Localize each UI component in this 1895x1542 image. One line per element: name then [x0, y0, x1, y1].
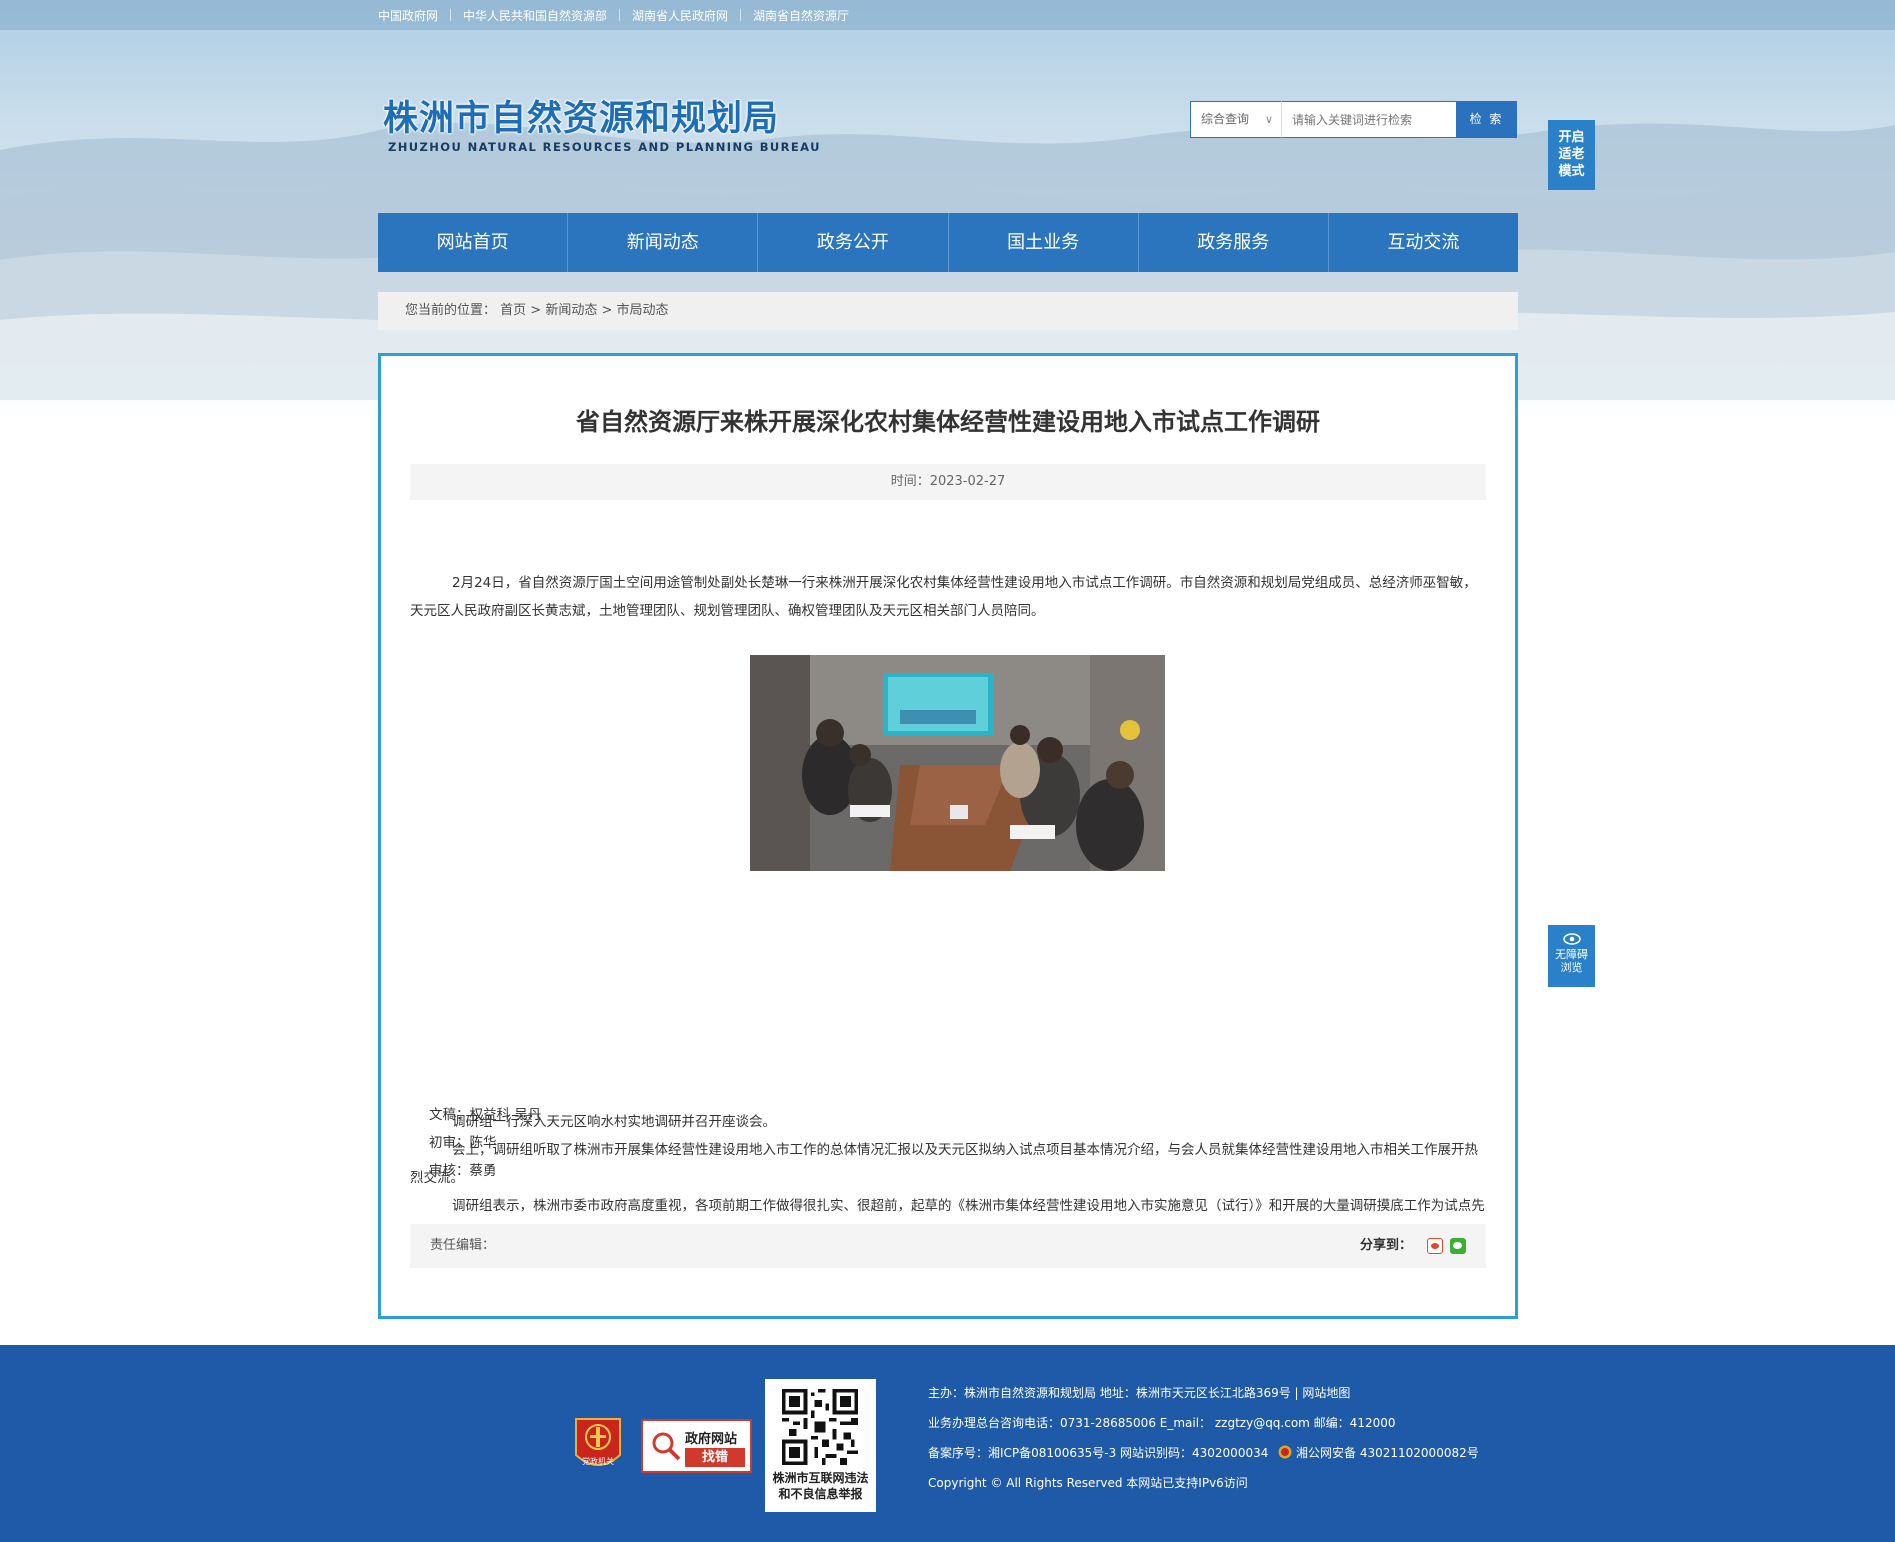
breadcrumb-news[interactable]: 新闻动态 [545, 303, 597, 318]
divider [740, 9, 742, 21]
weibo-share-icon[interactable] [1427, 1238, 1443, 1254]
elder-mode-button[interactable]: 开启 适老 模式 [1548, 120, 1595, 190]
elder-mode-label-3: 模式 [1558, 164, 1585, 179]
top-link-hunan-gov[interactable]: 湖南省人民政府网 [632, 9, 728, 23]
eye-icon [1562, 933, 1581, 945]
article-date: 时间：2023-02-27 [410, 464, 1486, 500]
gov-badge-line2: 找错 [685, 1448, 745, 1467]
article-title: 省自然资源厅来株开展深化农村集体经营性建设用地入市试点工作调研 [576, 408, 1320, 436]
nav-item-gov-services[interactable]: 政务服务 [1139, 213, 1329, 272]
share-group: 分享到： [1360, 1224, 1466, 1268]
wechat-share-icon[interactable] [1450, 1238, 1466, 1254]
breadcrumb-city-news[interactable]: 市局动态 [617, 303, 669, 318]
gov-badge-line1: 政府网站 [685, 1432, 738, 1447]
credit-first-review: 初审：陈华 [429, 1135, 497, 1151]
qr-caption: 株洲市互联网违法 和不良信息举报 [765, 1470, 876, 1502]
responsible-editor: 责任编辑： [430, 1238, 496, 1253]
breadcrumb-separator: > [526, 303, 546, 318]
accessibility-label-2: 浏览 [1560, 961, 1583, 974]
nav-item-land-business[interactable]: 国土业务 [949, 213, 1139, 272]
search-button[interactable]: 检 索 [1456, 101, 1517, 138]
divider [619, 9, 621, 21]
search-input[interactable] [1281, 101, 1457, 138]
footer-icp[interactable]: 备案序号：湘ICP备08100635号-3 网站识别码：4302000034 [928, 1446, 1268, 1460]
chevron-down-icon: ∨ [1264, 113, 1273, 126]
party-gov-emblem-icon: 党政机关 [575, 1418, 621, 1466]
article-container: 省自然资源厅来株开展深化农村集体经营性建设用地入市试点工作调研 时间：2023-… [378, 353, 1518, 1319]
magnifier-icon [652, 1432, 681, 1461]
top-link-hunan-nr[interactable]: 湖南省自然资源厅 [753, 9, 849, 23]
breadcrumb-separator: > [597, 303, 617, 318]
main-nav: 网站首页 新闻动态 政务公开 国土业务 政务服务 互动交流 [378, 213, 1518, 272]
party-gov-badge-label: 党政机关 [582, 1456, 614, 1466]
accessibility-label-1: 无障碍 [1555, 948, 1588, 961]
site-logo-chinese[interactable]: 株洲市自然资源和规划局 [383, 90, 779, 141]
qr-caption-line1: 株洲市互联网违法 [772, 1471, 869, 1485]
search-bar: 综合查询 ∨ 检 索 [1190, 101, 1517, 138]
breadcrumb: 您当前的位置： 首页 > 新闻动态 > 市局动态 [378, 292, 1518, 330]
search-scope-value: 综合查询 [1201, 112, 1250, 126]
article-footer-bar: 责任编辑： 分享到： [410, 1224, 1486, 1268]
meeting-photo-illustration [750, 655, 1165, 871]
nav-item-gov-affairs[interactable]: 政务公开 [758, 213, 949, 272]
footer-copyright: Copyright © All Rights Reserved 本网站已支持IP… [928, 1476, 1248, 1490]
breadcrumb-home[interactable]: 首页 [500, 303, 526, 318]
report-qr-box[interactable]: 株洲市互联网违法 和不良信息举报 [765, 1379, 876, 1512]
top-link-bar: 中国政府网 中华人民共和国自然资源部 湖南省人民政府网 湖南省自然资源厅 [0, 0, 1895, 30]
breadcrumb-prefix: 您当前的位置： [405, 303, 497, 318]
qr-caption-line2: 和不良信息举报 [778, 1487, 863, 1501]
footer-host-address: 主办：株洲市自然资源和规划局 地址：株洲市天元区长江北路369号 | 网站地图 [928, 1386, 1351, 1400]
footer-contact: 业务办理总台咨询电话：0731-28685006 E_mail： zzgtzy@… [928, 1416, 1396, 1430]
nav-item-news[interactable]: 新闻动态 [568, 213, 759, 272]
article-photo [750, 655, 1165, 871]
qr-code-icon [782, 1389, 858, 1465]
site-logo-english: ZHUZHOU NATURAL RESOURCES AND PLANNING B… [388, 140, 821, 154]
police-badge-icon [1278, 1445, 1292, 1459]
article-paragraph: 调研组一行深入天元区响水村实地调研并召开座谈会。 [452, 1114, 776, 1130]
credit-final-review: 审核：蔡勇 [429, 1163, 497, 1179]
top-link-gov-cn[interactable]: 中国政府网 [378, 9, 438, 23]
share-label: 分享到： [1359, 1238, 1412, 1253]
accessibility-button[interactable]: 无障碍 浏览 [1548, 925, 1595, 987]
nav-item-interaction[interactable]: 互动交流 [1329, 213, 1518, 272]
elder-mode-label-2: 适老 [1558, 147, 1585, 162]
top-link-mnr[interactable]: 中华人民共和国自然资源部 [463, 9, 607, 23]
elder-mode-label-1: 开启 [1558, 130, 1585, 145]
article-paragraph: 2月24日，省自然资源厅国土空间用途管制处副处长楚琳一行来株洲开展深化农村集体经… [410, 575, 1477, 619]
divider [450, 9, 452, 21]
search-scope-select[interactable]: 综合查询 ∨ [1190, 101, 1282, 138]
nav-item-home[interactable]: 网站首页 [378, 213, 569, 272]
footer-registration: 备案序号：湘ICP备08100635号-3 网站识别码：4302000034 湘… [928, 1444, 1479, 1461]
footer-public-security[interactable]: 湘公网安备 43021102000082号 [1296, 1446, 1479, 1460]
party-gov-badge[interactable]: 党政机关 [572, 1415, 624, 1475]
credit-writer: 文稿：权益科 吴丹 [429, 1107, 542, 1123]
gov-site-report-badge[interactable]: 政府网站 找错 [641, 1419, 752, 1473]
article-paragraph: 会上，调研组听取了株洲市开展集体经营性建设用地入市工作的总体情况汇报以及天元区拟… [410, 1142, 1478, 1186]
